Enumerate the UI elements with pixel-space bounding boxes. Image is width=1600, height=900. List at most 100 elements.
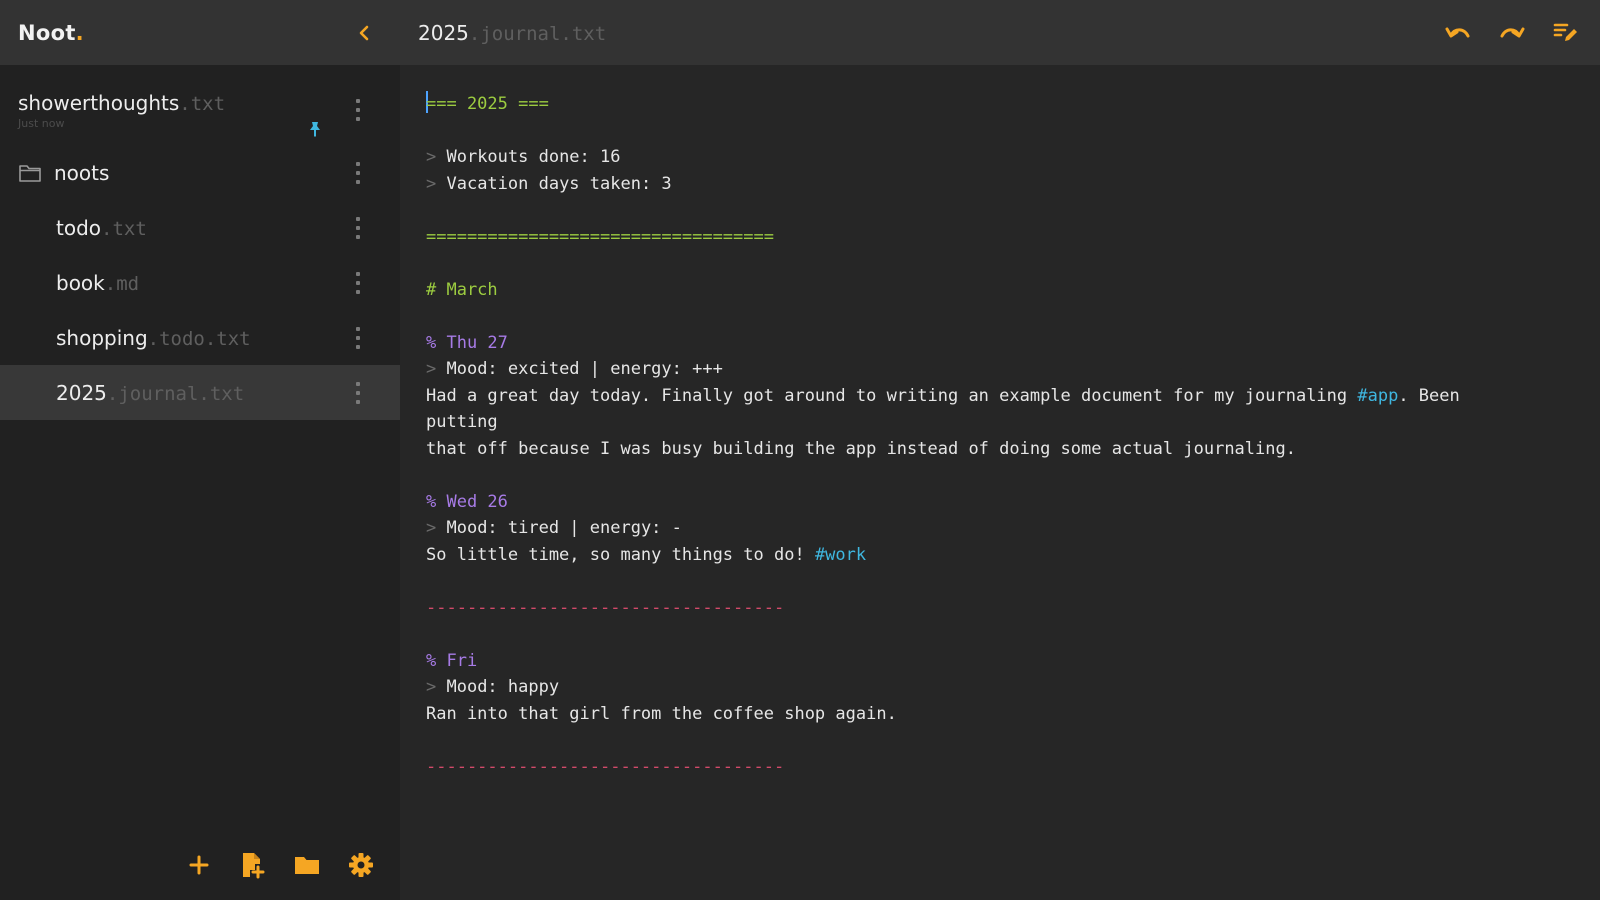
folder-name: noots [54,160,110,185]
more-options-button[interactable] [352,99,364,121]
file-item-showerthoughts[interactable]: showerthoughts.txt Just now [0,75,400,145]
file-name: shopping.todo.txt [56,326,251,350]
editor-line: ----------------------------------- [426,595,1578,622]
editor-line: Had a great day today. Finally got aroun… [426,383,1578,410]
editor-text: > [426,359,447,379]
editor-line: that off because I was busy building the… [426,436,1578,463]
settings-button[interactable] [344,848,378,882]
sidebar: Noot. showerthoughts.txt Just now noots … [0,0,400,900]
file-item-shopping[interactable]: shopping.todo.txt [0,310,400,365]
file-timestamp: Just now [18,116,65,130]
file-name: todo.txt [56,216,147,240]
file-ext: .txt [179,92,226,115]
hashtag: #app [1357,385,1399,406]
file-ext: .journal.txt [106,382,245,405]
editor-text: putting [426,412,498,432]
edit-mode-button[interactable] [1550,17,1582,49]
editor-line: Ran into that girl from the coffee shop … [426,701,1578,728]
more-options-button[interactable] [352,161,364,184]
editor-text: Ran into that girl from the coffee shop … [426,703,897,724]
file-item-todo[interactable]: todo.txt [0,200,400,255]
file-name-text: showerthoughts [18,90,180,115]
sidebar-footer [182,848,378,882]
editor-line: === 2025 === [426,91,1578,118]
editor-line: So little time, so many things to do! #w… [426,542,1578,569]
more-options-button[interactable] [352,271,364,294]
file-list: showerthoughts.txt Just now noots todo.t… [0,65,400,420]
editor-text: that off because I was busy building the… [426,438,1296,459]
app-logo: Noot. [18,21,84,45]
chevron-left-icon [359,25,369,40]
editor-line: > Vacation days taken: 3 [426,171,1578,198]
editor-text: ----------------------------------- [426,756,785,777]
editor-text: ================================== [426,226,774,247]
editor-text: Had a great day today. Finally got aroun… [426,385,1358,406]
file-name: book.md [56,271,139,295]
editor-text: Mood: tired | energy: - [446,518,682,538]
editor-line: putting [426,409,1578,436]
editor-line: > Workouts done: 16 [426,144,1578,171]
editor-text: > [426,147,447,167]
gear-icon [349,853,373,877]
editor-text: ----------------------------------- [426,597,785,618]
add-button[interactable] [182,848,216,882]
editor-text: > [426,677,447,697]
main-panel: 2025.journal.txt === 2025 === > Workouts … [400,0,1600,900]
file-name-text: todo [56,215,102,240]
editor-text: Vacation days taken: 3 [446,173,672,194]
new-file-icon [243,853,265,879]
file-item-book[interactable]: book.md [0,255,400,310]
file-name-text: shopping [56,325,148,350]
more-options-button[interactable] [352,381,364,404]
editor-line: % Thu 27 [426,330,1578,357]
redo-button[interactable] [1496,17,1528,49]
editor-text: === 2025 === [426,94,549,114]
edit-icon [1553,23,1577,41]
editor-text: Mood: happy [446,677,560,697]
editor-line: > Mood: tired | energy: - [426,515,1578,542]
new-file-button[interactable] [236,848,270,882]
plus-icon [189,855,209,875]
document-title: 2025.journal.txt [418,21,606,45]
file-name-text: 2025 [56,380,107,405]
editor-text: > [426,173,447,194]
file-ext: .txt [101,217,147,240]
editor-text: Workouts done: 16 [446,147,621,167]
header-actions [1442,17,1582,49]
editor-line: % Fri [426,648,1578,675]
file-name-text: book [56,270,105,295]
editor-text: % Thu 27 [426,332,508,353]
editor-text: % Fri [426,650,478,671]
collapse-sidebar-button[interactable] [350,19,378,47]
editor-text: Mood: excited | energy: +++ [446,359,723,379]
more-options-button[interactable] [352,326,364,349]
file-ext: .md [104,272,140,295]
new-folder-button[interactable] [290,848,324,882]
hashtag: #work [814,544,867,565]
editor-line: > Mood: excited | energy: +++ [426,356,1578,383]
logo-text: Noot [18,20,76,45]
undo-button[interactable] [1442,17,1474,49]
folder-item-noots[interactable]: noots [0,145,400,200]
editor-text: % Wed 26 [426,491,508,512]
file-item-2025-journal[interactable]: 2025.journal.txt [0,365,400,420]
logo-dot: . [75,20,84,45]
editor-text: So little time, so many things to do! [426,544,815,565]
editor-line: > Mood: happy [426,674,1578,701]
undo-icon [1445,27,1470,37]
editor-header: 2025.journal.txt [400,0,1600,65]
editor-text: # March [426,279,498,300]
redo-icon [1500,27,1525,37]
more-options-button[interactable] [352,216,364,239]
sidebar-header: Noot. [0,0,400,65]
document-title-name: 2025 [418,20,469,45]
editor-line: # March [426,277,1578,304]
text-editor[interactable]: === 2025 === > Workouts done: 16 > Vacatio… [400,65,1600,900]
